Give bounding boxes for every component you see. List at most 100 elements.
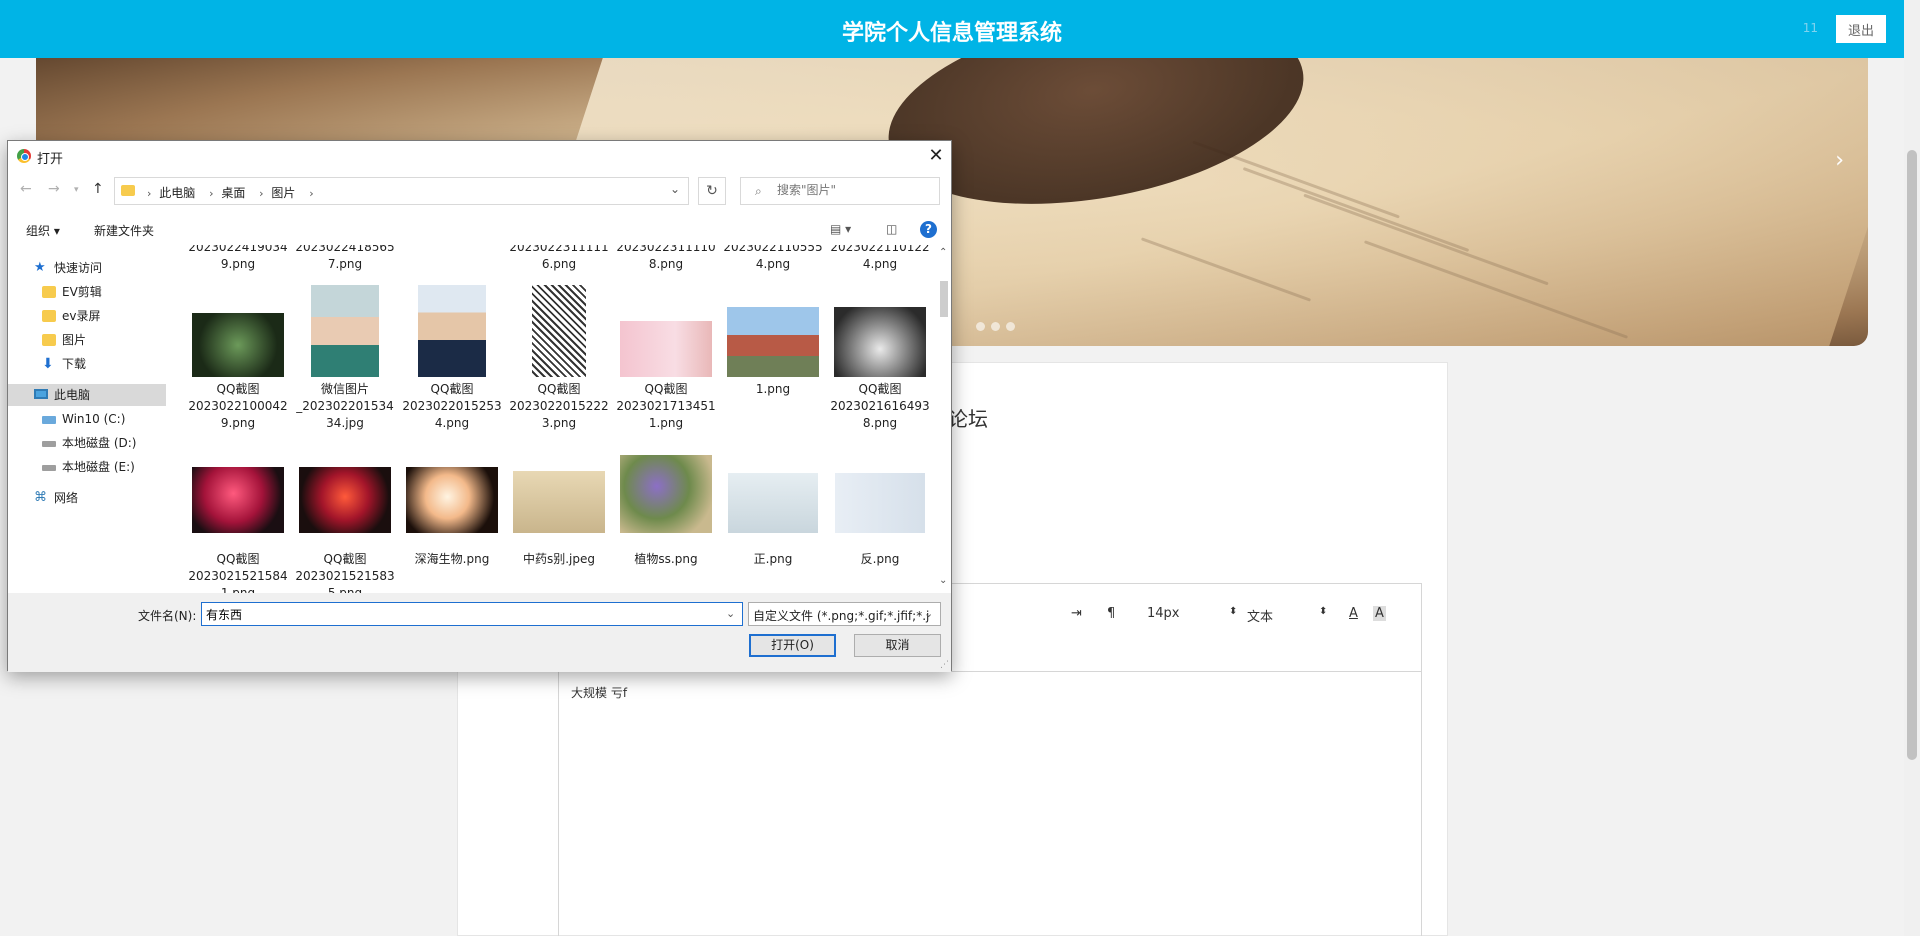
recent-locations-icon[interactable]: ▾ xyxy=(74,185,79,195)
file-name[interactable]: 微信图片 _202302201534 34.jpg xyxy=(295,381,395,432)
chevron-right-icon: › xyxy=(147,187,152,200)
up-arrow-icon[interactable]: ↑ xyxy=(92,181,104,197)
file-thumbnail[interactable] xyxy=(406,467,498,533)
chevron-down-icon[interactable]: ⌄ xyxy=(939,575,947,586)
dialog-titlebar[interactable]: 打开 ✕ xyxy=(8,141,951,171)
font-color-icon[interactable]: A xyxy=(1349,606,1358,621)
chevron-down-icon[interactable]: ⌄ xyxy=(924,607,933,620)
open-file-dialog: 打开 ✕ ← → ▾ ↑ › 此电脑 › 桌面 › 图片 › ⌄ ↻ ⌕ 组织 … xyxy=(7,140,952,672)
file-name[interactable]: QQ截图 2023021713451 1.png xyxy=(616,381,716,432)
sidebar-item[interactable]: ⌘ 网络 xyxy=(8,487,166,509)
file-thumbnail[interactable] xyxy=(727,307,819,377)
background-color-icon[interactable]: A xyxy=(1373,606,1386,621)
filetype-select[interactable]: 自定义文件 (*.png;*.gif;*.jfif;*.j xyxy=(748,602,941,626)
search-input[interactable] xyxy=(777,183,927,197)
file-name[interactable]: QQ截图 2023022015253 4.png xyxy=(402,381,502,432)
address-bar[interactable]: › 此电脑 › 桌面 › 图片 › ⌄ xyxy=(114,177,689,205)
file-name[interactable]: 反.png xyxy=(830,551,930,568)
file-thumbnail[interactable] xyxy=(311,285,379,377)
sidebar-item[interactable]: EV剪辑 xyxy=(8,281,166,303)
file-thumbnail[interactable] xyxy=(620,455,712,533)
search-box[interactable]: ⌕ xyxy=(740,177,940,205)
breadcrumb-item[interactable]: 桌面 xyxy=(221,186,245,200)
file-list-scrollbar[interactable]: ⌃ ⌄ xyxy=(936,245,952,593)
file-thumbnail[interactable] xyxy=(192,467,284,533)
font-size-arrow-icon[interactable]: ⬍ xyxy=(1229,606,1237,617)
open-button[interactable]: 打开(O) xyxy=(749,634,836,657)
close-icon[interactable]: ✕ xyxy=(921,141,951,171)
file-thumbnail[interactable] xyxy=(513,471,605,533)
file-thumbnail[interactable] xyxy=(834,307,926,377)
chevron-right-icon[interactable]: › xyxy=(1835,148,1844,173)
file-name[interactable]: 2023022418565 7.png xyxy=(295,245,395,273)
sidebar-item[interactable]: ⬇ 下载 xyxy=(8,353,166,375)
file-name[interactable]: QQ截图 2023022100042 9.png xyxy=(188,381,288,432)
help-icon[interactable]: ? xyxy=(920,221,937,238)
chevron-up-icon[interactable]: ⌃ xyxy=(939,247,947,258)
breadcrumb: › 此电脑 › 桌面 › 图片 › xyxy=(141,184,318,201)
resize-grip-icon[interactable]: ⋰ xyxy=(940,660,949,670)
back-arrow-icon[interactable]: ← xyxy=(20,181,32,197)
filename-input[interactable] xyxy=(201,602,743,626)
indent-icon[interactable]: ⇥ xyxy=(1071,606,1082,621)
carousel-dot[interactable] xyxy=(991,322,1000,331)
file-thumbnail[interactable] xyxy=(418,285,486,377)
file-name[interactable]: 植物ss.png xyxy=(616,551,716,568)
chevron-down-icon[interactable]: ⌄ xyxy=(670,182,680,196)
search-icon: ⌕ xyxy=(755,184,762,198)
chevron-down-icon[interactable]: ⌄ xyxy=(726,607,735,620)
preview-pane-icon[interactable]: ◫ xyxy=(886,222,897,236)
new-folder-button[interactable]: 新建文件夹 xyxy=(94,222,154,239)
sidebar-item-label: 图片 xyxy=(62,333,87,347)
font-size-select[interactable]: 14px xyxy=(1147,606,1180,621)
file-name[interactable]: 2023022419034 9.png xyxy=(188,245,288,273)
sidebar-item-label: Win10 (C:) xyxy=(62,412,126,426)
carousel-dot[interactable] xyxy=(1006,322,1015,331)
page-scrollbar[interactable] xyxy=(1904,0,1920,936)
file-thumbnail[interactable] xyxy=(728,473,818,533)
file-name[interactable]: 2023022110122 4.png xyxy=(830,245,930,273)
forward-arrow-icon[interactable]: → xyxy=(48,181,60,197)
file-name[interactable]: 2023022311110 8.png xyxy=(616,245,716,273)
file-thumbnail[interactable] xyxy=(299,467,391,533)
sidebar-item[interactable]: ev录屏 xyxy=(8,305,166,327)
computer-icon xyxy=(34,389,48,399)
file-name[interactable]: QQ截图 2023022015222 3.png xyxy=(509,381,609,432)
file-name[interactable]: 2023022311111 6.png xyxy=(509,245,609,273)
cancel-button[interactable]: 取消 xyxy=(854,634,941,657)
sidebar-item[interactable]: 此电脑 xyxy=(8,384,166,406)
organize-button[interactable]: 组织 ▾ xyxy=(26,222,60,239)
logout-button[interactable]: 退出 xyxy=(1836,15,1886,43)
scrollbar-thumb[interactable] xyxy=(940,281,948,317)
file-name[interactable]: 1.png xyxy=(723,381,823,398)
dialog-title: 打开 xyxy=(37,152,64,167)
file-thumbnail[interactable] xyxy=(835,473,925,533)
file-name[interactable]: QQ截图 2023021521583 5.png xyxy=(295,551,395,593)
paragraph-icon[interactable]: ¶ xyxy=(1107,606,1115,621)
file-name[interactable]: QQ截图 2023021521584 1.png xyxy=(188,551,288,593)
file-name[interactable]: 中药s别.jpeg xyxy=(509,551,609,568)
block-type-arrow-icon[interactable]: ⬍ xyxy=(1319,606,1327,617)
sidebar-item[interactable]: Win10 (C:) xyxy=(8,408,166,430)
breadcrumb-item[interactable]: 图片 xyxy=(271,186,295,200)
refresh-icon[interactable]: ↻ xyxy=(698,177,726,205)
block-type-select[interactable]: 文本 xyxy=(1247,606,1273,625)
file-name[interactable]: 深海生物.png xyxy=(402,551,502,568)
file-thumbnail[interactable] xyxy=(192,313,284,377)
sidebar-item[interactable]: 图片 xyxy=(8,329,166,351)
file-name[interactable]: 2023022110555 4.png xyxy=(723,245,823,273)
carousel-dot[interactable] xyxy=(976,322,985,331)
breadcrumb-item[interactable]: 此电脑 xyxy=(159,186,195,200)
file-name[interactable]: 正.png xyxy=(723,551,823,568)
editor-content[interactable]: 大规模 亏f xyxy=(571,684,627,701)
file-thumbnail[interactable] xyxy=(620,321,712,377)
sidebar-item[interactable]: 本地磁盘 (E:) xyxy=(8,456,166,478)
view-options-icon[interactable]: ▤ ▾ xyxy=(830,222,851,236)
file-name[interactable]: QQ截图 2023021616493 8.png xyxy=(830,381,930,432)
page-title: 学院个人信息管理系统 xyxy=(841,21,1062,46)
sidebar-item[interactable]: 本地磁盘 (D:) xyxy=(8,432,166,454)
sidebar-item[interactable]: ★ 快速访问 xyxy=(8,257,166,279)
scrollbar-thumb[interactable] xyxy=(1907,150,1917,760)
dialog-footer: 文件名(N): ⌄ 自定义文件 (*.png;*.gif;*.jfif;*.j … xyxy=(8,593,951,672)
file-thumbnail[interactable] xyxy=(532,285,586,377)
